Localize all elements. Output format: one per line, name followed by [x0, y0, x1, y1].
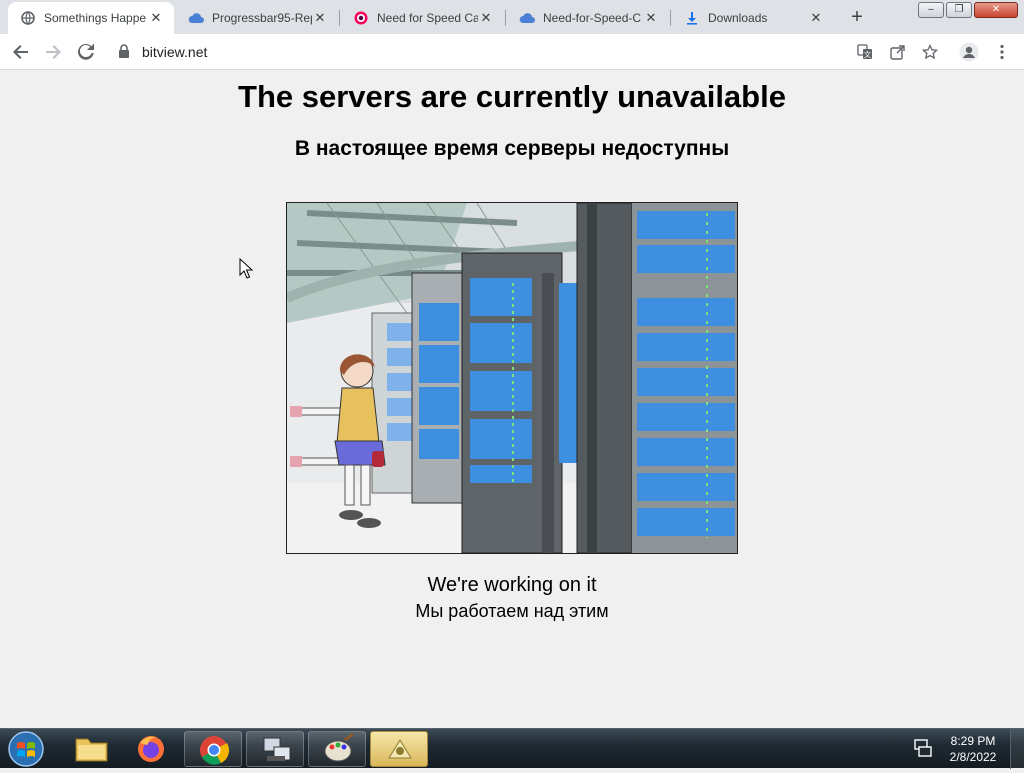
show-desktop-button[interactable] — [1010, 729, 1024, 769]
tab-separator — [505, 10, 506, 26]
firefox-icon — [138, 736, 164, 762]
new-tab-button[interactable]: + — [846, 7, 868, 29]
taskbar-network-app[interactable] — [246, 731, 304, 767]
share-icon[interactable] — [886, 40, 910, 64]
taskbar-explorer[interactable] — [62, 731, 120, 767]
browser-toolbar: bitview.net 文 — [0, 34, 1024, 70]
folder-icon — [75, 738, 108, 762]
lock-icon — [119, 44, 129, 58]
tab-progressbar95[interactable]: Progressbar95-Rep ✕ — [176, 2, 338, 34]
window-controls: – ❐ ✕ — [918, 2, 1018, 18]
close-icon[interactable]: ✕ — [808, 10, 824, 26]
clock-time: 8:29 PM — [950, 734, 996, 748]
chrome-icon — [200, 736, 230, 765]
tab-title: Somethings Happe — [44, 11, 147, 25]
profile-avatar-icon[interactable] — [957, 40, 981, 64]
window-close-button[interactable]: ✕ — [974, 2, 1018, 18]
tab-title: Progressbar95-Rep — [212, 11, 312, 25]
minimize-button[interactable]: – — [918, 2, 944, 18]
close-icon[interactable]: ✕ — [312, 10, 328, 26]
cloud-icon — [519, 10, 535, 26]
url-text: bitview.net — [142, 44, 208, 60]
page-subtitle-ru: В настоящее время серверы недоступны — [294, 137, 730, 160]
reload-button[interactable] — [74, 40, 98, 64]
tab-strip: Somethings Happe ✕ Progressbar95-Rep ✕ N… — [0, 0, 1024, 34]
start-button[interactable] — [4, 730, 48, 768]
paint-icon — [324, 732, 354, 762]
tab-title: Need for Speed Ca — [377, 11, 478, 25]
close-icon[interactable]: ✕ — [478, 10, 494, 26]
page-title: The servers are currently unavailable — [238, 79, 786, 114]
server-room-illustration — [286, 202, 738, 554]
tab-need-for-speed-c[interactable]: Need-for-Speed-C ✕ — [507, 2, 669, 34]
back-button[interactable] — [9, 40, 33, 64]
cloud-icon — [188, 10, 204, 26]
taskbar-chrome[interactable] — [184, 731, 242, 767]
close-icon[interactable]: ✕ — [643, 10, 659, 26]
close-icon[interactable]: ✕ — [148, 10, 164, 26]
tab-separator — [339, 10, 340, 26]
menu-kebab-icon[interactable] — [990, 40, 1014, 64]
back-arrow-icon — [13, 45, 28, 59]
taskbar-paint[interactable] — [308, 731, 366, 767]
forward-arrow-icon — [46, 45, 61, 59]
restore-button[interactable]: ❐ — [946, 2, 972, 18]
bookmark-star-icon[interactable] — [918, 40, 942, 64]
tab-title: Downloads — [708, 11, 768, 25]
globe-icon — [20, 10, 36, 26]
taskbar-active-app[interactable] — [370, 731, 428, 767]
address-bar[interactable]: bitview.net — [108, 38, 844, 66]
working-message-en: We're working on it — [427, 574, 597, 596]
mouse-cursor-icon — [239, 258, 253, 279]
network-tray-icon[interactable] — [913, 739, 933, 757]
network-icon — [263, 737, 291, 761]
tab-separator — [670, 10, 671, 26]
reload-icon — [77, 43, 94, 60]
app-icon — [388, 739, 412, 759]
taskbar-firefox[interactable] — [122, 731, 180, 767]
tab-title: Need-for-Speed-C — [543, 11, 642, 25]
fandom-icon — [353, 10, 369, 26]
clock-date: 2/8/2022 — [949, 750, 997, 764]
tab-downloads[interactable]: Downloads ✕ — [672, 2, 834, 34]
tab-need-for-speed-ca[interactable]: Need for Speed Ca ✕ — [341, 2, 504, 34]
download-icon — [684, 10, 700, 26]
page-content: The servers are currently unavailable В … — [0, 71, 1024, 728]
forward-button[interactable] — [41, 40, 65, 64]
tab-somethings[interactable]: Somethings Happe ✕ — [8, 2, 174, 34]
system-clock[interactable]: 8:29 PM 2/8/2022 — [940, 733, 1006, 765]
translate-icon[interactable]: 文 — [853, 40, 877, 64]
svg-text:文: 文 — [864, 50, 871, 59]
working-message-ru: Мы работаем над этим — [415, 601, 609, 621]
windows-taskbar: 8:29 PM 2/8/2022 — [0, 728, 1024, 769]
